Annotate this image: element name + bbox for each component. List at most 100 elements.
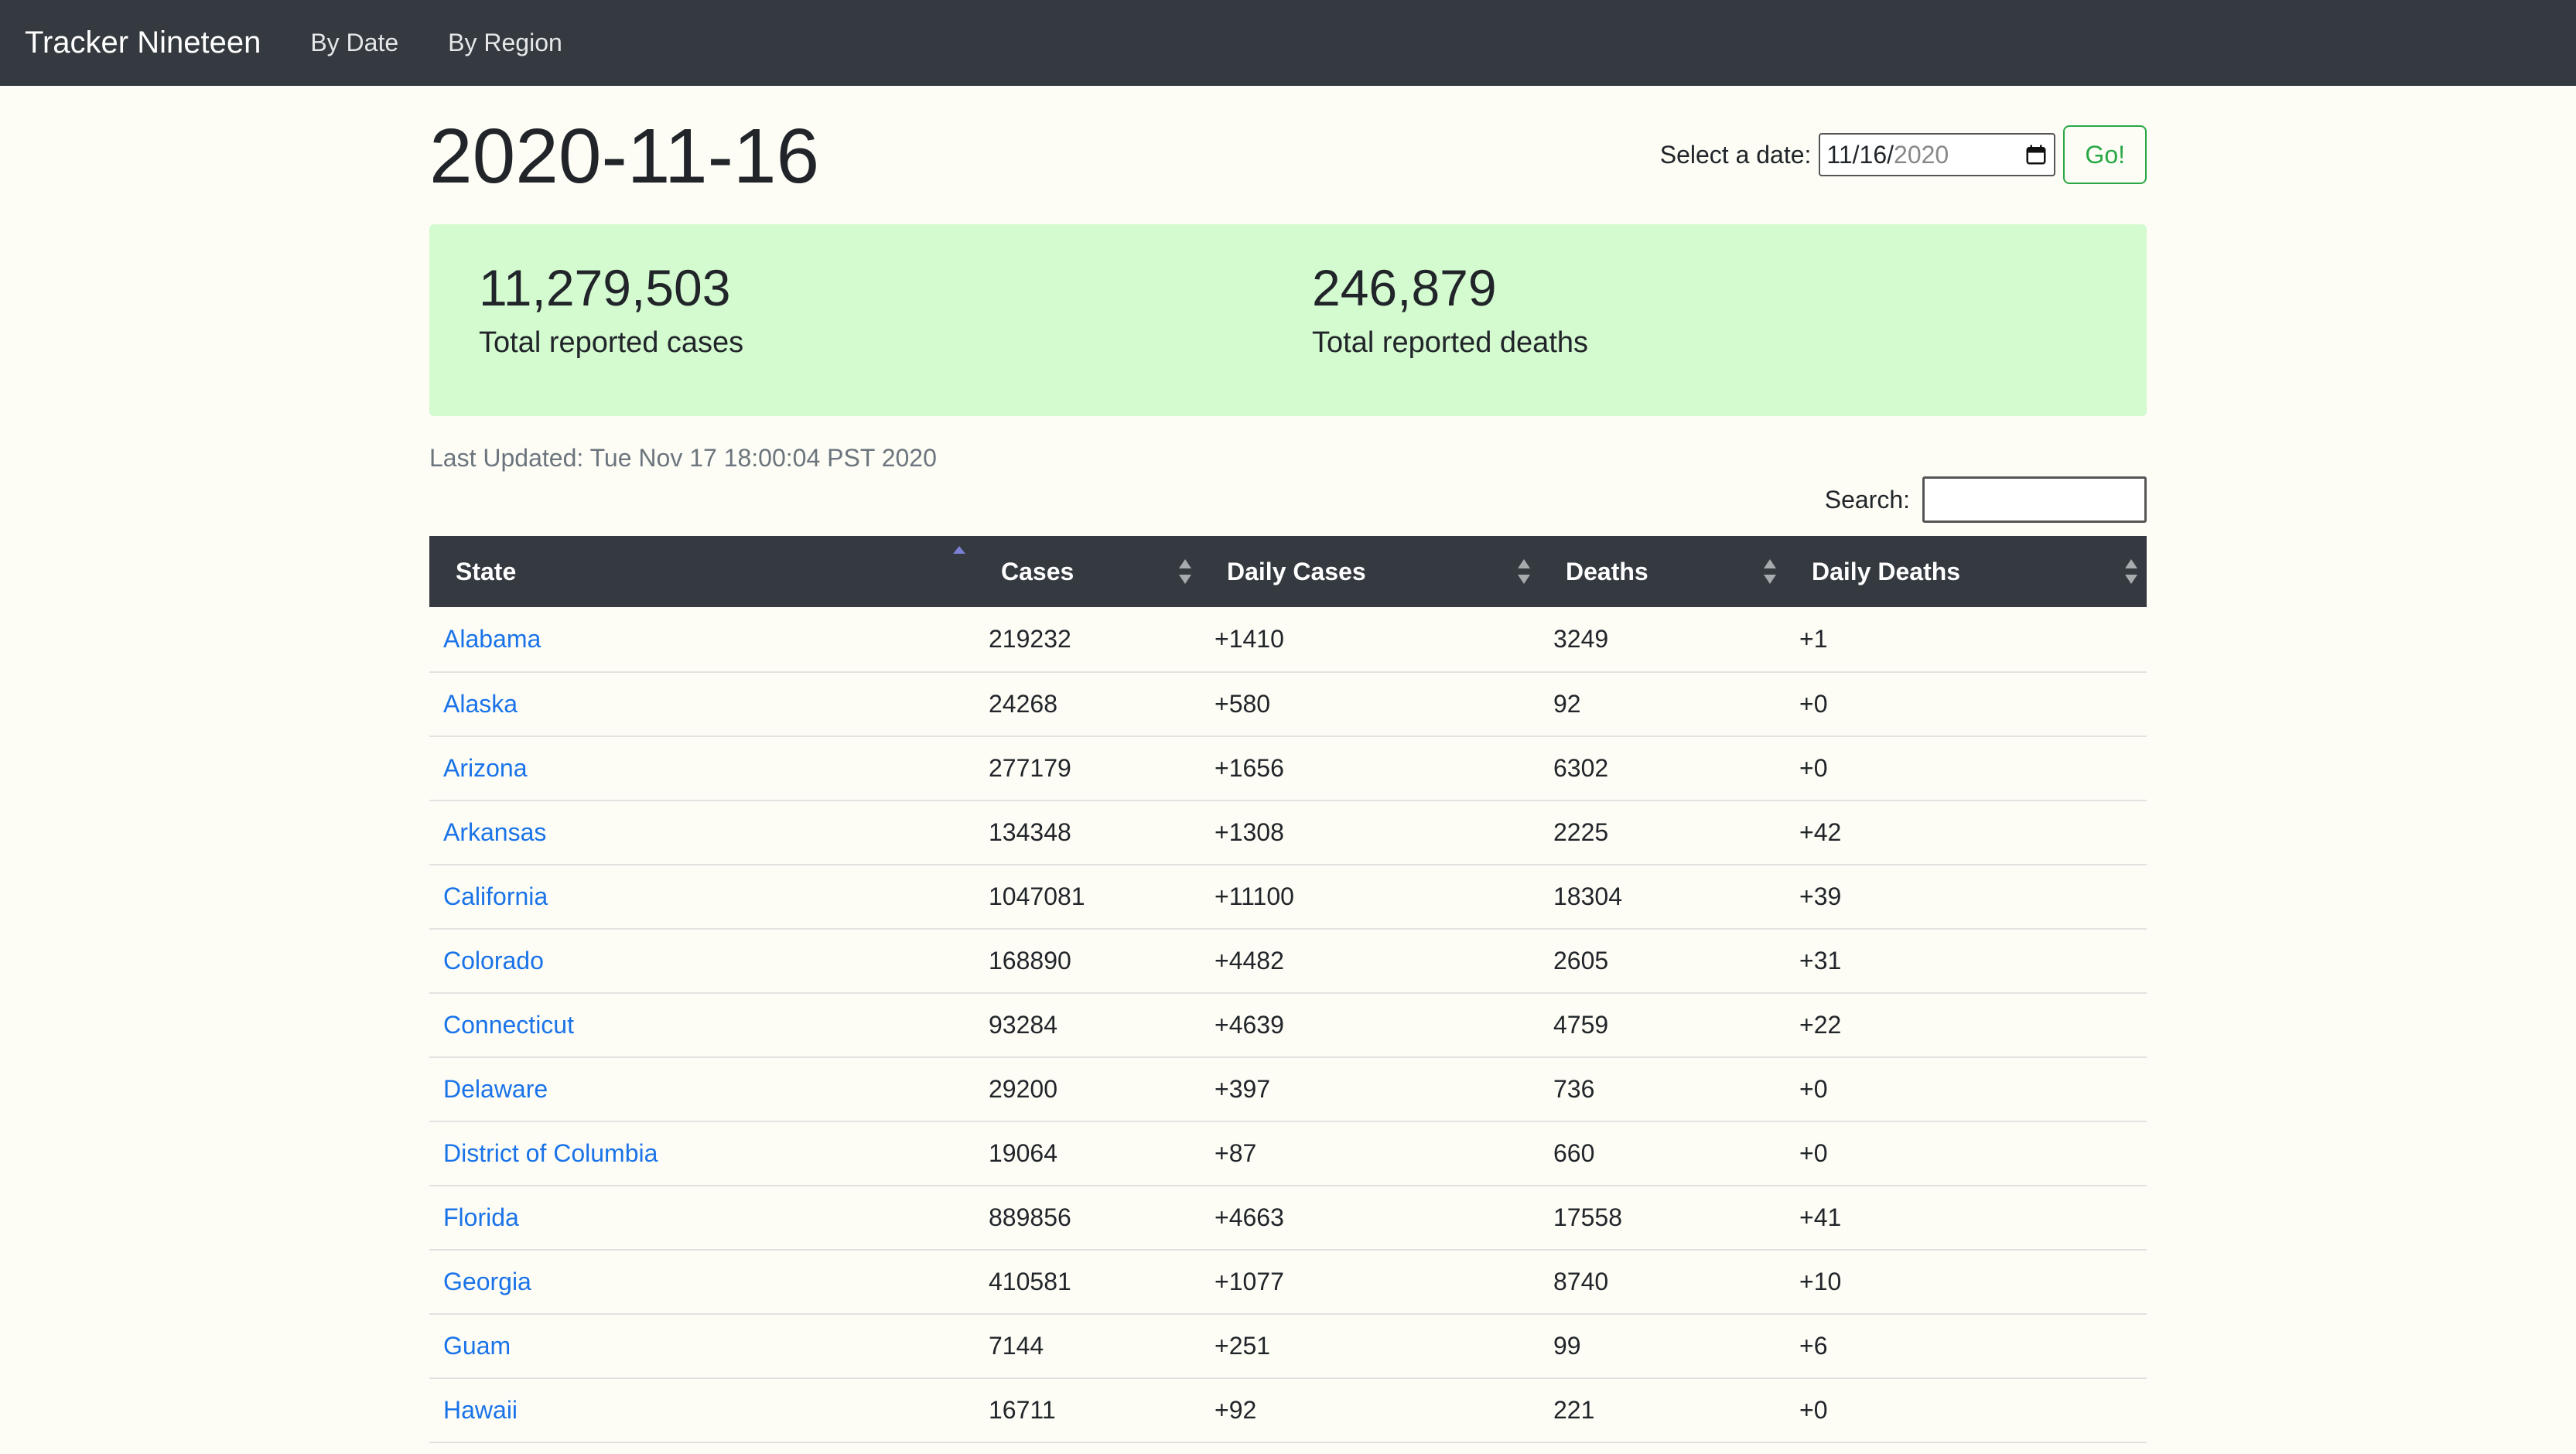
table-cell: +1 (1785, 607, 2147, 673)
table-cell: +251 (1201, 1314, 1539, 1379)
total-cases-value: 11,279,503 (479, 259, 731, 316)
table-cell: Arizona (429, 736, 975, 801)
table-cell: 660 (1539, 1121, 1785, 1186)
table-cell: 410581 (975, 1250, 1201, 1315)
table-cell: Guam (429, 1314, 975, 1379)
column-header-cases[interactable]: Cases (975, 536, 1201, 607)
date-input[interactable]: 11/16/2020 (1819, 133, 2056, 176)
table-cell: Alabama (429, 607, 975, 673)
last-updated: Last Updated: Tue Nov 17 18:00:04 PST 20… (429, 444, 937, 472)
table-cell: +92 (1201, 1378, 1539, 1443)
table-row: Arizona 277179 +1656 6302 +0 (429, 736, 2147, 801)
state-link[interactable]: Alaska (443, 690, 518, 718)
sort-icon (1764, 559, 1776, 584)
nav-link-by-date[interactable]: By Date (310, 29, 398, 57)
table-cell: 93284 (975, 993, 1201, 1058)
total-deaths-value: 246,879 (1312, 259, 1497, 316)
table-row: Colorado 168890 +4482 2605 +31 (429, 929, 2147, 994)
table-cell: 17558 (1539, 1186, 1785, 1251)
state-link[interactable]: Guam (443, 1332, 511, 1360)
table-cell: +4482 (1201, 929, 1539, 994)
table-cell: 736 (1539, 1057, 1785, 1122)
table-cell: Delaware (429, 1057, 975, 1122)
table-cell: 29200 (975, 1057, 1201, 1122)
state-link[interactable]: Colorado (443, 947, 544, 974)
table-cell: +4663 (1201, 1186, 1539, 1251)
state-link[interactable]: California (443, 882, 548, 910)
nav-link-by-region[interactable]: By Region (448, 29, 562, 57)
column-header-state[interactable]: State (429, 536, 975, 607)
table-cell: +6 (1785, 1314, 2147, 1379)
table-row: Alabama 219232 +1410 3249 +1 (429, 607, 2147, 673)
date-label: Select a date: (1659, 140, 1812, 169)
table-cell: +1308 (1201, 800, 1539, 865)
column-header-label: Daily Cases (1227, 557, 1366, 585)
page-title: 2020-11-16 (429, 113, 820, 200)
table-cell: +1656 (1201, 736, 1539, 801)
table-cell: Arkansas (429, 800, 975, 865)
table-cell: +10 (1785, 1250, 2147, 1315)
state-link[interactable]: Connecticut (443, 1011, 574, 1039)
table-row: California 1047081 +11100 18304 +39 (429, 865, 2147, 930)
table-cell: 6302 (1539, 736, 1785, 801)
table-cell: 219232 (975, 607, 1201, 673)
table-cell: 19064 (975, 1121, 1201, 1186)
state-link[interactable]: Arkansas (443, 818, 546, 846)
column-header-deaths[interactable]: Deaths (1539, 536, 1785, 607)
table-cell: District of Columbia (429, 1121, 975, 1186)
table-cell: +1077 (1201, 1250, 1539, 1315)
table-cell: Connecticut (429, 993, 975, 1058)
table-row: Georgia 410581 +1077 8740 +10 (429, 1250, 2147, 1315)
table-cell: 24268 (975, 672, 1201, 737)
search-input[interactable] (1922, 476, 2147, 523)
table-row: District of Columbia 19064 +87 660 +0 (429, 1121, 2147, 1186)
table-row: Hawaii 16711 +92 221 +0 (429, 1378, 2147, 1443)
table-row: Florida 889856 +4663 17558 +41 (429, 1186, 2147, 1251)
column-header-daily-deaths[interactable]: Daily Deaths (1785, 536, 2147, 607)
table-cell: 1047081 (975, 865, 1201, 930)
column-header-label: Deaths (1566, 557, 1648, 585)
state-link[interactable]: District of Columbia (443, 1139, 658, 1167)
table-cell: +0 (1785, 1057, 2147, 1122)
state-link[interactable]: Delaware (443, 1075, 548, 1103)
table-cell: +0 (1785, 736, 2147, 801)
table-cell: +1410 (1201, 607, 1539, 673)
table-body: Alabama 219232 +1410 3249 +1 Alaska 24268 +580 9… (429, 607, 2147, 1443)
calendar-icon[interactable] (2024, 143, 2048, 166)
table-row: Delaware 29200 +397 736 +0 (429, 1057, 2147, 1122)
total-cases-stat: 11,279,503 Total reported cases (479, 257, 743, 362)
table-cell: +11100 (1201, 865, 1539, 930)
state-link[interactable]: Florida (443, 1203, 519, 1231)
state-link[interactable]: Hawaii (443, 1396, 518, 1424)
table-cell: 277179 (975, 736, 1201, 801)
search-bar: Search: (1825, 476, 2147, 523)
total-deaths-label: Total reported deaths (1312, 326, 1589, 359)
navbar: Tracker Nineteen By Date By Region (0, 0, 2576, 86)
table-cell: 4759 (1539, 993, 1785, 1058)
table-cell: +0 (1785, 672, 2147, 737)
brand-link[interactable]: Tracker Nineteen (25, 26, 261, 60)
table-row: Arkansas 134348 +1308 2225 +42 (429, 800, 2147, 865)
column-header-daily-cases[interactable]: Daily Cases (1201, 536, 1539, 607)
state-link[interactable]: Arizona (443, 754, 528, 782)
table-cell: 221 (1539, 1378, 1785, 1443)
state-link[interactable]: Georgia (443, 1268, 531, 1295)
table-cell: 99 (1539, 1314, 1785, 1379)
states-table: State Cases Daily Cases Deaths Daily Deaths … (429, 536, 2147, 1443)
state-link[interactable]: Alabama (443, 625, 541, 653)
table-cell: California (429, 865, 975, 930)
table-cell: +397 (1201, 1057, 1539, 1122)
table-cell: +0 (1785, 1121, 2147, 1186)
table-cell: 7144 (975, 1314, 1201, 1379)
table-cell: +41 (1785, 1186, 2147, 1251)
column-header-label: State (456, 557, 517, 585)
column-header-label: Cases (1001, 557, 1074, 585)
sort-icon (1518, 559, 1530, 584)
go-button[interactable]: Go! (2063, 125, 2147, 184)
total-deaths-stat: 246,879 Total reported deaths (1312, 257, 1588, 362)
table-cell: 8740 (1539, 1250, 1785, 1315)
total-cases-label: Total reported cases (479, 326, 744, 359)
table-cell: Florida (429, 1186, 975, 1251)
table-cell: 889856 (975, 1186, 1201, 1251)
table-cell: +580 (1201, 672, 1539, 737)
